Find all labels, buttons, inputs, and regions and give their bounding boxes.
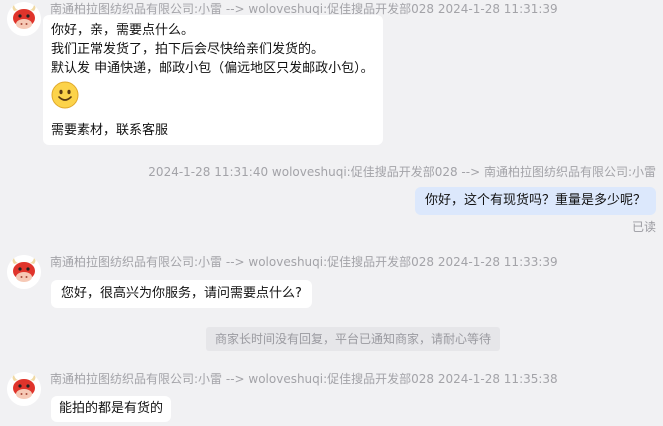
- message-text: 能拍的都是有货的: [59, 401, 164, 416]
- message-bubble: 能拍的都是有货的: [51, 396, 172, 422]
- message-text: 你好，亲，需要点什么。: [51, 23, 195, 38]
- message-meta: 南通柏拉图纺织品有限公司:小雷 --> woloveshuqi:促佳搜品开发部0…: [50, 255, 558, 269]
- seller-avatar[interactable]: [7, 372, 41, 406]
- message-meta: 南通柏拉图纺织品有限公司:小雷 --> woloveshuqi:促佳搜品开发部0…: [50, 372, 558, 386]
- message-meta: 2024-1-28 11:31:40 woloveshuqi:促佳搜品开发部02…: [148, 165, 656, 179]
- message-bubble: 你好，亲，需要点什么。 我们正常发货了，拍下后会尽快给亲们发货的。 默认发 申通…: [43, 15, 383, 145]
- system-notice: 商家长时间没有回复，平台已通知商家，请耐心等待: [206, 327, 501, 351]
- message-text: 默认发 申通快递，邮政小包（偏远地区只发邮政小包）。: [51, 61, 374, 76]
- message-text: 需要素材，联系客服: [51, 123, 169, 138]
- seller-avatar[interactable]: [7, 2, 41, 36]
- message-text: 你好，这个有现货吗？重量是多少呢？: [424, 193, 646, 208]
- read-status: 已读: [631, 220, 656, 234]
- message-bubble: 您好，很高兴为你服务，请问需要点什么?: [51, 280, 312, 308]
- message-bubble-outgoing: 你好，这个有现货吗？重量是多少呢？: [414, 187, 656, 215]
- cow-mascot-icon: [7, 255, 41, 289]
- seller-avatar[interactable]: [7, 255, 41, 289]
- smile-emoji-icon: [51, 81, 79, 109]
- cow-mascot-icon: [7, 372, 41, 406]
- message-text: 您好，很高兴为你服务，请问需要点什么?: [61, 286, 302, 301]
- cow-mascot-icon: [7, 2, 41, 36]
- message-text: 我们正常发货了，拍下后会尽快给亲们发货的。: [51, 42, 325, 57]
